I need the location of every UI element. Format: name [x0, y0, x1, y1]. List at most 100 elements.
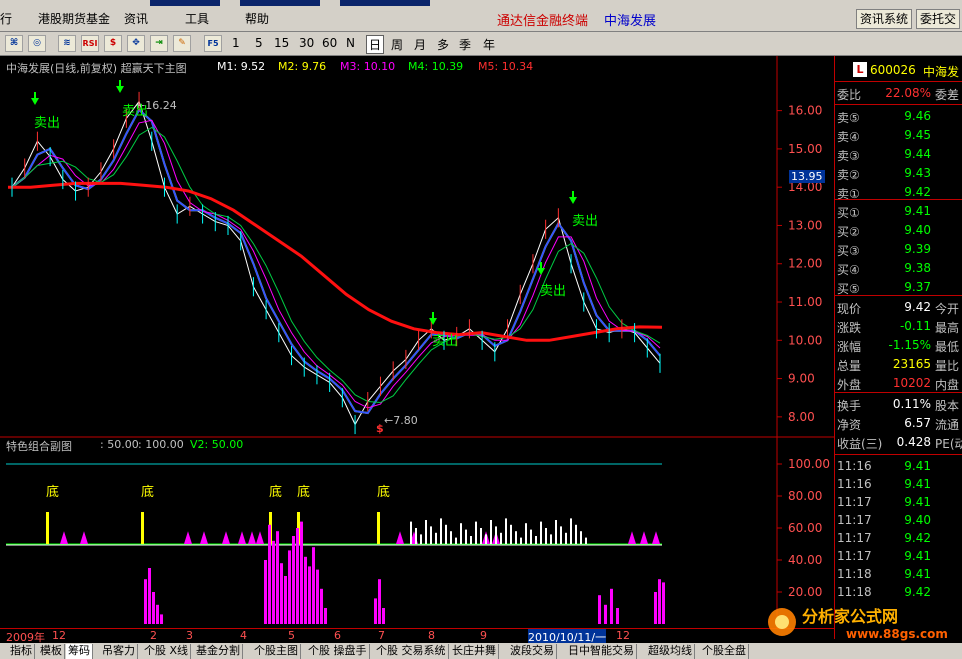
- pen-icon[interactable]: ✎: [173, 35, 191, 52]
- magenta-bar: [280, 563, 283, 624]
- indicator-tab[interactable]: 个股 操盘手: [306, 644, 370, 659]
- period-day[interactable]: 日: [366, 35, 385, 54]
- magenta-triangle-icon: [628, 531, 636, 544]
- tick-row-value: 9.42: [904, 531, 931, 545]
- white-bar: [505, 518, 507, 544]
- period-30min[interactable]: 30: [299, 36, 314, 50]
- sell-arrow-icon: [31, 98, 39, 105]
- buy-order-row: 买④ 9.38: [837, 260, 962, 278]
- indicator-tab[interactable]: 个股全盘: [700, 644, 749, 659]
- period-1min[interactable]: 1: [232, 36, 240, 50]
- stock-terminal-window: 行 港股期货基金 资讯 工具 帮助 通达信金融终端 中海发展 资讯系统 委托交 …: [0, 0, 962, 659]
- indicator-tab[interactable]: 指标: [8, 644, 35, 659]
- export-icon[interactable]: ⇥: [150, 35, 168, 52]
- tick-row-label: 11:16: [837, 477, 872, 491]
- white-bar: [580, 531, 582, 544]
- move-icon[interactable]: ✥: [127, 35, 145, 52]
- cursor-price-tag: 13.95: [789, 170, 825, 183]
- indicator-tab[interactable]: 波段交易: [508, 644, 557, 659]
- zoom-icon[interactable]: ◎: [28, 35, 46, 52]
- menu-hk-futures[interactable]: 港股期货基金: [38, 10, 110, 27]
- taskbar-window-3[interactable]: [340, 0, 430, 6]
- indicator-tab[interactable]: 超级均线: [646, 644, 695, 659]
- sell-signal-5: 卖出: [432, 334, 459, 349]
- ratio-value: 22.08%: [885, 86, 931, 100]
- indicator-tab[interactable]: 个股 交易系统: [374, 644, 449, 659]
- indicator-tab[interactable]: 模板: [38, 644, 65, 659]
- news-system-button[interactable]: 资讯系统: [856, 9, 913, 29]
- bottom-label-2: 底: [141, 485, 155, 500]
- stat-row-label: 现价: [837, 302, 862, 316]
- indicator-tab[interactable]: 长庄井舞: [450, 644, 499, 659]
- sell-order-row-value: 9.44: [904, 147, 931, 161]
- period-60min[interactable]: 60: [322, 36, 337, 50]
- fundamental-row-label: 换手: [837, 399, 862, 413]
- stock-logo: L: [853, 62, 867, 77]
- white-bar: [520, 537, 522, 544]
- sell-order-row: 卖③ 9.44: [837, 146, 962, 164]
- fundamental-row-value: 0.11%: [892, 397, 931, 411]
- taskbar-window-2[interactable]: [240, 0, 320, 6]
- white-bar: [480, 528, 482, 544]
- white-bar: [575, 524, 577, 544]
- period-15min[interactable]: 15: [274, 36, 289, 50]
- white-bar: [560, 526, 562, 544]
- period-n[interactable]: N: [346, 36, 355, 50]
- price-tick-label: 16.00: [788, 104, 822, 118]
- rsi-icon[interactable]: RSI: [81, 35, 99, 52]
- indicator-tab[interactable]: 个股 X线: [142, 644, 192, 659]
- fundamental-row-label: 收益(三): [837, 437, 883, 451]
- white-bar: [570, 518, 572, 544]
- bottom-signal-bar: [377, 512, 380, 544]
- menu-news[interactable]: 资讯: [124, 10, 148, 27]
- stat-row-extra: 内盘: [935, 378, 960, 392]
- watermark-url: www.88gs.com: [846, 627, 948, 641]
- kline-chart-area[interactable]: 16.0015.0014.0013.0012.0011.0010.009.008…: [0, 56, 834, 628]
- period-year[interactable]: 年: [483, 36, 495, 53]
- sell-order-row-label: 卖⑤: [837, 111, 860, 125]
- white-bar: [440, 518, 442, 544]
- period-5min[interactable]: 5: [255, 36, 263, 50]
- sell-order-row-value: 9.46: [904, 109, 931, 123]
- indicator-icon[interactable]: ≋: [58, 35, 76, 52]
- indicator-tab[interactable]: 基金分割: [194, 644, 243, 659]
- time-axis-label: 7: [378, 629, 385, 642]
- white-bar: [545, 528, 547, 544]
- ma1-label: M1: 9.52: [217, 60, 266, 73]
- menu-help[interactable]: 帮助: [245, 10, 269, 27]
- magenta-triangle-icon: [248, 531, 256, 544]
- magenta-bar: [268, 524, 271, 624]
- trade-order-button[interactable]: 委托交: [916, 9, 961, 29]
- period-month[interactable]: 月: [414, 36, 426, 53]
- indicator-tab[interactable]: 个股主图: [252, 644, 301, 659]
- ma3-label: M3: 10.10: [340, 60, 396, 73]
- period-week[interactable]: 周: [391, 36, 403, 53]
- magenta-bar: [324, 608, 327, 624]
- white-bar: [525, 523, 527, 544]
- magenta-bar: [598, 595, 601, 624]
- price-tick-label: 8.00: [788, 410, 815, 424]
- period-multi[interactable]: 多: [437, 36, 449, 53]
- ma-line-2: [11, 108, 661, 415]
- indicator-tab[interactable]: 日中智能交易: [566, 644, 637, 659]
- menu-tools[interactable]: 工具: [185, 10, 209, 27]
- tick-row-label: 11:18: [837, 567, 872, 581]
- price-tick-label: 9.00: [788, 372, 815, 386]
- sell-arrow-icon: [116, 86, 124, 93]
- chart-icon[interactable]: ⌘: [5, 35, 23, 52]
- money-icon[interactable]: $: [104, 35, 122, 52]
- indicator-tab[interactable]: 筹码: [66, 644, 93, 659]
- magenta-bar: [272, 540, 275, 624]
- f5-icon[interactable]: F5: [204, 35, 222, 52]
- buy-order-row-value: 9.41: [904, 204, 931, 218]
- taskbar-window-1[interactable]: [150, 0, 220, 6]
- menu-trade[interactable]: 行: [0, 10, 12, 27]
- sell-order-row: 卖④ 9.45: [837, 127, 962, 145]
- sub-param-1: : 50.00: [100, 438, 139, 451]
- sell-order-row-value: 9.42: [904, 185, 931, 199]
- stock-code: 600026: [870, 63, 916, 77]
- white-bar: [565, 532, 567, 544]
- tick-row: 11:16 9.41: [837, 458, 962, 476]
- indicator-tab[interactable]: 吊客力: [100, 644, 138, 659]
- period-season[interactable]: 季: [459, 36, 471, 53]
